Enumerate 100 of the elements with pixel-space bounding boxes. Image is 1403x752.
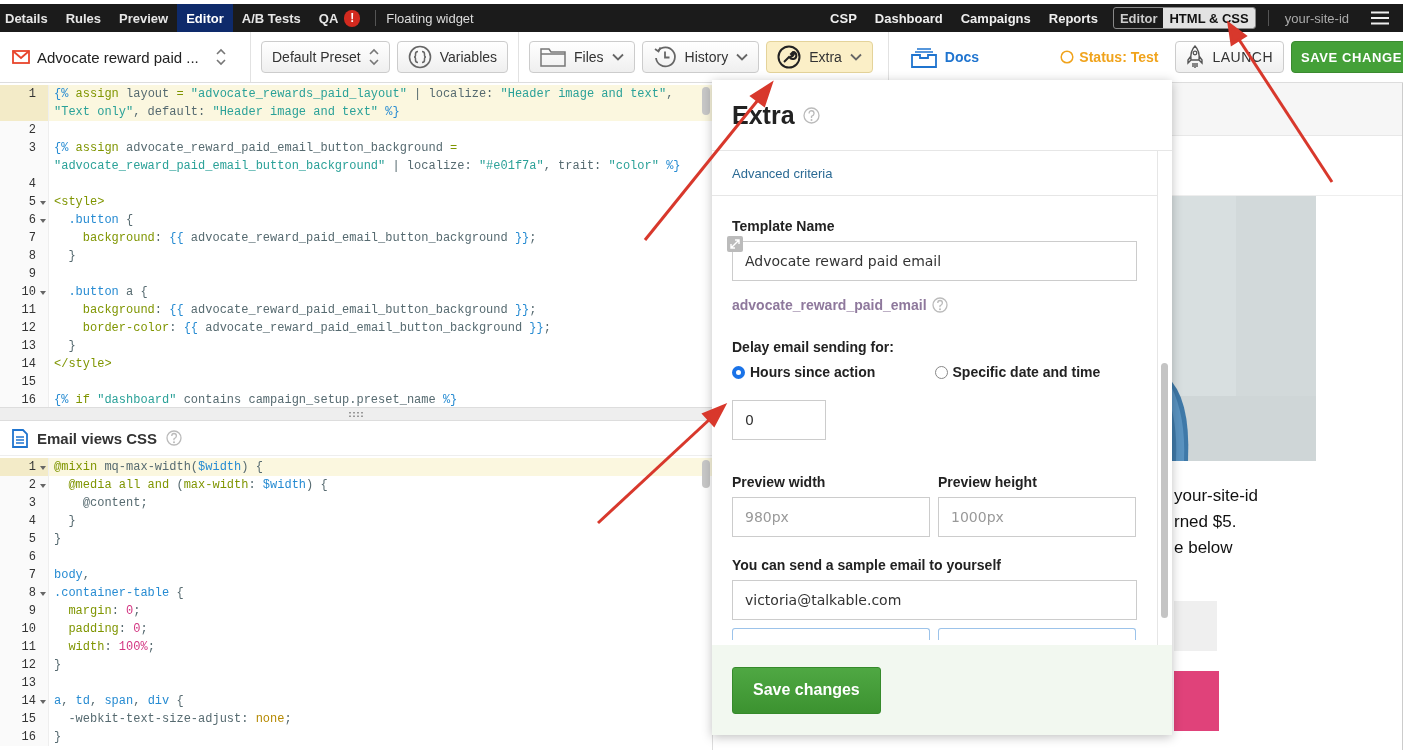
history-dropdown[interactable]: History bbox=[641, 41, 760, 73]
line-number: 8 bbox=[28, 248, 37, 265]
variables-button[interactable]: Variables bbox=[396, 41, 509, 73]
nav-tab[interactable]: Rules bbox=[56, 4, 111, 32]
code-line: body, bbox=[53, 567, 91, 584]
input-field[interactable] bbox=[938, 628, 1136, 640]
template-slug: advocate_reward_paid_email bbox=[732, 297, 927, 313]
line-number: 16 bbox=[21, 392, 37, 407]
nav-tab[interactable]: Editor bbox=[177, 4, 233, 32]
section-title: Email views CSS bbox=[37, 429, 158, 447]
line-number: 14 bbox=[21, 356, 37, 373]
fold-icon[interactable] bbox=[40, 291, 46, 295]
docs-link[interactable]: Docs bbox=[898, 46, 992, 68]
line-number: 2 bbox=[28, 122, 37, 139]
preset-select[interactable]: Default Preset bbox=[261, 41, 390, 73]
code-line: -webkit-text-size-adjust: none; bbox=[67, 711, 293, 728]
code-line: background: {{ advocate_reward_paid_email_button_background }}; bbox=[81, 302, 538, 319]
line-number: 1 bbox=[28, 459, 37, 476]
code-line: } bbox=[53, 531, 63, 548]
chevron-down-icon bbox=[849, 53, 862, 61]
line-number: 3 bbox=[28, 140, 37, 157]
mail-icon bbox=[12, 50, 30, 64]
fold-icon[interactable] bbox=[40, 466, 46, 470]
line-number: 11 bbox=[21, 302, 37, 319]
code-line: border-color: {{ advocate_reward_paid_email_button_background }}; bbox=[81, 320, 552, 337]
radio-option[interactable]: Specific date and time bbox=[934, 364, 1137, 380]
nav-tab[interactable]: A/B Tests bbox=[232, 4, 310, 32]
line-number: 7 bbox=[28, 230, 37, 247]
template-select[interactable]: Advocate reward paid ... bbox=[0, 48, 240, 66]
nav-tab[interactable]: Preview bbox=[110, 4, 178, 32]
field-label: Delay email sending for: bbox=[732, 339, 895, 355]
line-number: 10 bbox=[21, 621, 37, 638]
scrollbar[interactable] bbox=[1161, 363, 1168, 618]
line-number: 11 bbox=[21, 639, 37, 656]
code-line: } bbox=[67, 248, 77, 265]
folder-icon bbox=[540, 47, 567, 67]
code-line: </style> bbox=[53, 356, 113, 373]
advanced-criteria-link[interactable]: Advanced criteria bbox=[732, 165, 833, 181]
email-field bbox=[1174, 601, 1217, 651]
input-field[interactable] bbox=[732, 628, 930, 640]
line-number: 12 bbox=[21, 657, 37, 674]
line-number: 6 bbox=[28, 549, 37, 566]
code-line: @content; bbox=[81, 495, 149, 512]
status-circle-icon bbox=[1060, 50, 1075, 64]
line-number: 8 bbox=[28, 585, 37, 602]
nav-link[interactable]: Campaigns bbox=[951, 4, 1040, 32]
code-line: @media all and (max-width: $width) { bbox=[67, 477, 329, 494]
widget-name: Floating widget bbox=[385, 9, 474, 28]
line-number: 12 bbox=[21, 320, 37, 337]
mode-option[interactable]: HTML & CSS bbox=[1163, 8, 1255, 28]
input-field[interactable]: victoria@talkable.com bbox=[732, 580, 1137, 620]
nav-link[interactable]: CSP bbox=[821, 4, 866, 32]
input-field[interactable]: 1000px bbox=[938, 497, 1136, 537]
input-field[interactable]: 0 bbox=[732, 400, 826, 440]
line-number: 2 bbox=[28, 477, 37, 494]
code-line: {% assign advocate_reward_paid_email_button_background = "advocate_reward_paid_email_button_background" | localize: "#e01f7a", trait: "color" %} bbox=[53, 140, 682, 175]
line-number: 5 bbox=[28, 531, 37, 548]
fold-icon[interactable] bbox=[40, 219, 46, 223]
nav-link[interactable]: Dashboard bbox=[865, 4, 952, 32]
scrollbar[interactable] bbox=[702, 460, 710, 488]
line-number: 13 bbox=[21, 675, 37, 692]
line-number: 15 bbox=[21, 374, 37, 391]
chevron-down-icon bbox=[611, 53, 624, 61]
status-label: Status: Test bbox=[1079, 49, 1159, 65]
fold-icon[interactable] bbox=[40, 700, 46, 704]
scrollbar[interactable] bbox=[702, 87, 710, 115]
fold-icon[interactable] bbox=[40, 484, 46, 488]
field-label: You can send a sample email to yourself bbox=[732, 557, 1002, 573]
nav-link[interactable]: Reports bbox=[1039, 4, 1107, 32]
fold-icon[interactable] bbox=[40, 592, 46, 596]
fold-icon[interactable] bbox=[40, 201, 46, 205]
field-label: Preview height bbox=[938, 474, 1038, 490]
line-number: 6 bbox=[28, 212, 37, 229]
code-line: } bbox=[67, 513, 77, 530]
document-icon bbox=[12, 428, 28, 448]
mode-option[interactable]: Editor bbox=[1113, 8, 1164, 28]
line-number: 16 bbox=[21, 729, 37, 746]
code-line: <style> bbox=[53, 194, 106, 211]
line-number: 15 bbox=[21, 711, 37, 728]
input-field[interactable]: 980px bbox=[732, 497, 930, 537]
nav-tab[interactable]: Details bbox=[0, 4, 57, 32]
line-number: 9 bbox=[28, 266, 37, 283]
menu-icon bbox=[1371, 11, 1389, 25]
radio-option[interactable]: Hours since action bbox=[732, 364, 935, 380]
sort-caret-icon bbox=[368, 48, 379, 66]
input-field[interactable]: Advocate reward paid email bbox=[732, 241, 1137, 281]
rocket-icon bbox=[1186, 45, 1205, 69]
extra-dropdown[interactable]: Extra bbox=[766, 41, 873, 73]
code-line: a, td, span, div { bbox=[53, 693, 185, 710]
files-dropdown[interactable]: Files bbox=[529, 41, 635, 73]
help-icon bbox=[166, 430, 183, 446]
line-number: 3 bbox=[28, 495, 37, 512]
nav-tab[interactable]: QA ! bbox=[309, 4, 370, 32]
line-number: 14 bbox=[21, 693, 37, 710]
code-line: {% assign layout = "advocate_rewards_paid_layout" | localize: "Header image and text", "Text only", default: "Header image and text" %} bbox=[53, 86, 675, 121]
help-icon bbox=[931, 297, 948, 313]
line-number: 5 bbox=[28, 194, 37, 211]
line-number: 10 bbox=[21, 284, 37, 301]
code-line: .button { bbox=[67, 212, 135, 229]
code-line: background: {{ advocate_reward_paid_email_button_background }}; bbox=[81, 230, 538, 247]
